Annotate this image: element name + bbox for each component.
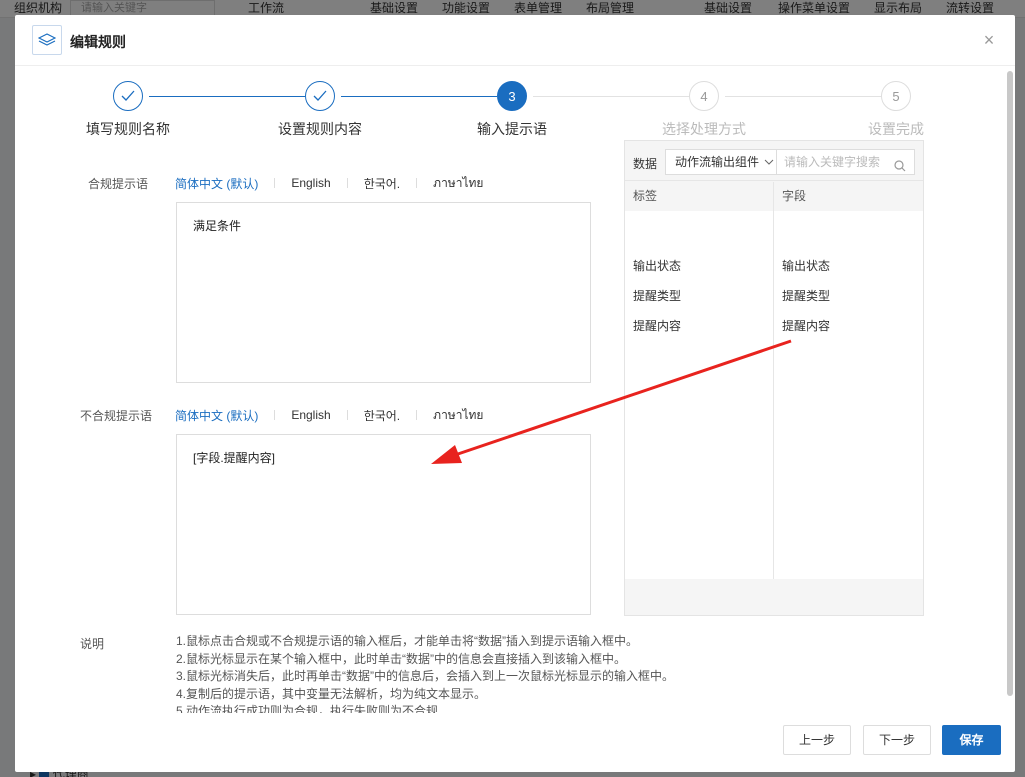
data-panel-toolbar: 数据 动作流输出组件 请输入关键字搜索: [625, 141, 923, 181]
list-item[interactable]: 输出状态: [782, 257, 830, 274]
description-line: 5.动作流执行成功则为合规，执行失败则为不合规: [176, 704, 439, 713]
step-2: 设置规则内容: [240, 81, 400, 139]
description-line: 1.鼠标点击合规或不合规提示语的输入框后，才能单击将“数据”插入到提示语输入框中…: [176, 634, 639, 648]
tab-compliant-en[interactable]: English: [275, 176, 346, 190]
list-item[interactable]: 输出状态: [633, 257, 681, 274]
data-search-placeholder: 请输入关键字搜索: [784, 155, 881, 169]
description-line: 4.复制后的提示语，其中变量无法解析，均为纯文本显示。: [176, 686, 487, 701]
dialog-title: 编辑规则: [70, 34, 126, 50]
step-5: 5 设置完成: [816, 81, 976, 139]
data-source-select[interactable]: 动作流输出组件: [665, 149, 777, 175]
check-icon: [113, 81, 143, 111]
step-label: 设置规则内容: [278, 121, 362, 137]
column-header-label: 标签: [633, 189, 658, 203]
noncompliant-language-tabs: 简体中文 (默认) English 한국어. ภาษาไทย: [175, 405, 499, 425]
search-icon: [894, 156, 906, 180]
scrollbar-thumb[interactable]: [1007, 71, 1013, 696]
description-label: 说明: [80, 637, 105, 651]
stepper: 填写规则名称 设置规则内容 3 输入提示语 4 选择处理方式 5 设置完成: [15, 81, 1015, 141]
tab-noncompliant-en[interactable]: English: [275, 408, 346, 422]
tab-noncompliant-th[interactable]: ภาษาไทย: [417, 406, 499, 425]
tab-compliant-zh[interactable]: 简体中文 (默认): [175, 175, 274, 192]
step-label: 设置完成: [868, 121, 924, 137]
description-text: 1.鼠标点击合规或不合规提示语的输入框后，才能单击将“数据”插入到提示语输入框中…: [176, 633, 736, 713]
compliant-prompt-label: 合规提示语: [88, 177, 149, 191]
description-line: 2.鼠标光标显示在某个输入框中，此时单击“数据”中的信息会直接插入到该输入框中。: [176, 651, 627, 666]
edit-rule-dialog: 编辑规则 × 填写规则名称 设置规则内容 3 输入提示语 4 选择处理方式 5 …: [15, 15, 1015, 772]
step-label: 填写规则名称: [86, 121, 170, 137]
noncompliant-prompt-label: 不合规提示语: [80, 409, 153, 423]
dialog-header: 编辑规则 ×: [15, 15, 1015, 66]
column-divider: [773, 182, 774, 579]
description-line: 3.鼠标光标消失后，此时再单击“数据”中的信息后，会插入到上一次鼠标光标显示的输…: [176, 669, 675, 683]
data-label: 数据: [633, 157, 658, 171]
step-number: 3: [497, 81, 527, 111]
prev-step-button[interactable]: 上一步: [783, 725, 851, 755]
data-search-input[interactable]: 请输入关键字搜索: [776, 149, 915, 175]
layers-icon: [32, 25, 62, 55]
step-number: 5: [881, 81, 911, 111]
save-button[interactable]: 保存: [942, 725, 1001, 755]
tab-noncompliant-zh[interactable]: 简体中文 (默认): [175, 407, 274, 424]
step-4: 4 选择处理方式: [624, 81, 784, 139]
check-icon: [305, 81, 335, 111]
list-item[interactable]: 提醒类型: [633, 287, 681, 304]
list-item[interactable]: 提醒类型: [782, 287, 830, 304]
tab-compliant-th[interactable]: ภาษาไทย: [417, 174, 499, 193]
step-number: 4: [689, 81, 719, 111]
column-header-field: 字段: [782, 189, 807, 203]
next-step-button[interactable]: 下一步: [863, 725, 931, 755]
compliant-prompt-input[interactable]: 满足条件: [176, 202, 591, 383]
step-label: 选择处理方式: [662, 121, 746, 137]
tab-compliant-ko[interactable]: 한국어.: [348, 175, 416, 192]
list-item[interactable]: 提醒内容: [782, 317, 830, 334]
close-icon[interactable]: ×: [981, 31, 997, 49]
step-3: 3 输入提示语: [432, 81, 592, 139]
chevron-down-icon: [764, 150, 774, 174]
list-item[interactable]: 提醒内容: [633, 317, 681, 334]
tab-noncompliant-ko[interactable]: 한국어.: [348, 407, 416, 424]
noncompliant-prompt-input[interactable]: [字段.提醒内容]: [176, 434, 591, 615]
data-panel: 数据 动作流输出组件 请输入关键字搜索 标签 字段 输出状态 提醒类型 提醒内容…: [624, 140, 924, 616]
compliant-language-tabs: 简体中文 (默认) English 한국어. ภาษาไทย: [175, 173, 499, 193]
step-label: 输入提示语: [477, 121, 547, 137]
step-1: 填写规则名称: [48, 81, 208, 139]
data-source-value: 动作流输出组件: [675, 155, 760, 169]
